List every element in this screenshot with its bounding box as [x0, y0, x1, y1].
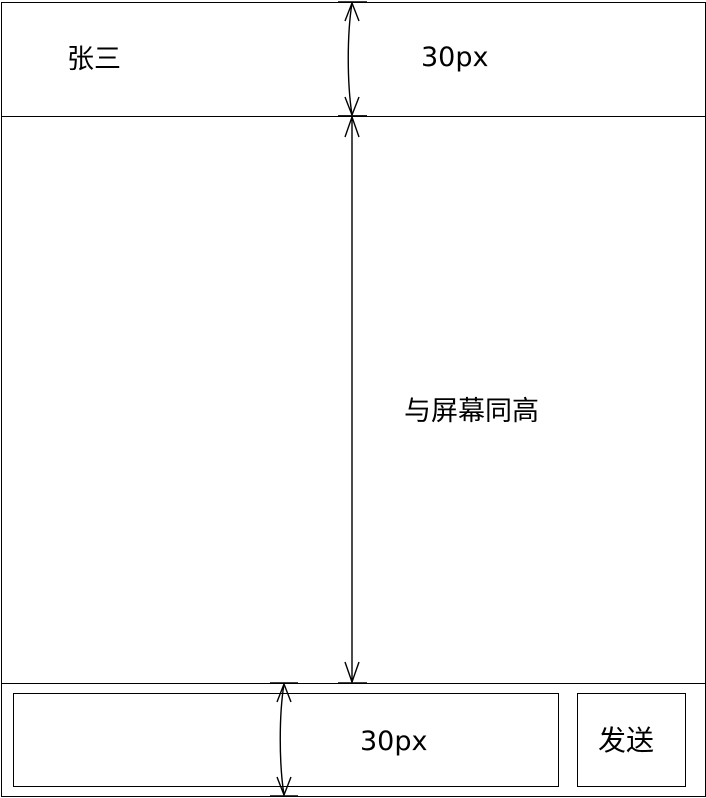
- footer-height-label: 30px: [360, 726, 428, 757]
- message-input[interactable]: [13, 693, 559, 787]
- contact-name: 张三: [67, 44, 121, 75]
- send-button-label[interactable]: 发送: [598, 727, 654, 755]
- chat-area: [1, 116, 706, 684]
- chat-height-label: 与屏幕同高: [404, 396, 539, 427]
- header-height-label: 30px: [421, 42, 489, 73]
